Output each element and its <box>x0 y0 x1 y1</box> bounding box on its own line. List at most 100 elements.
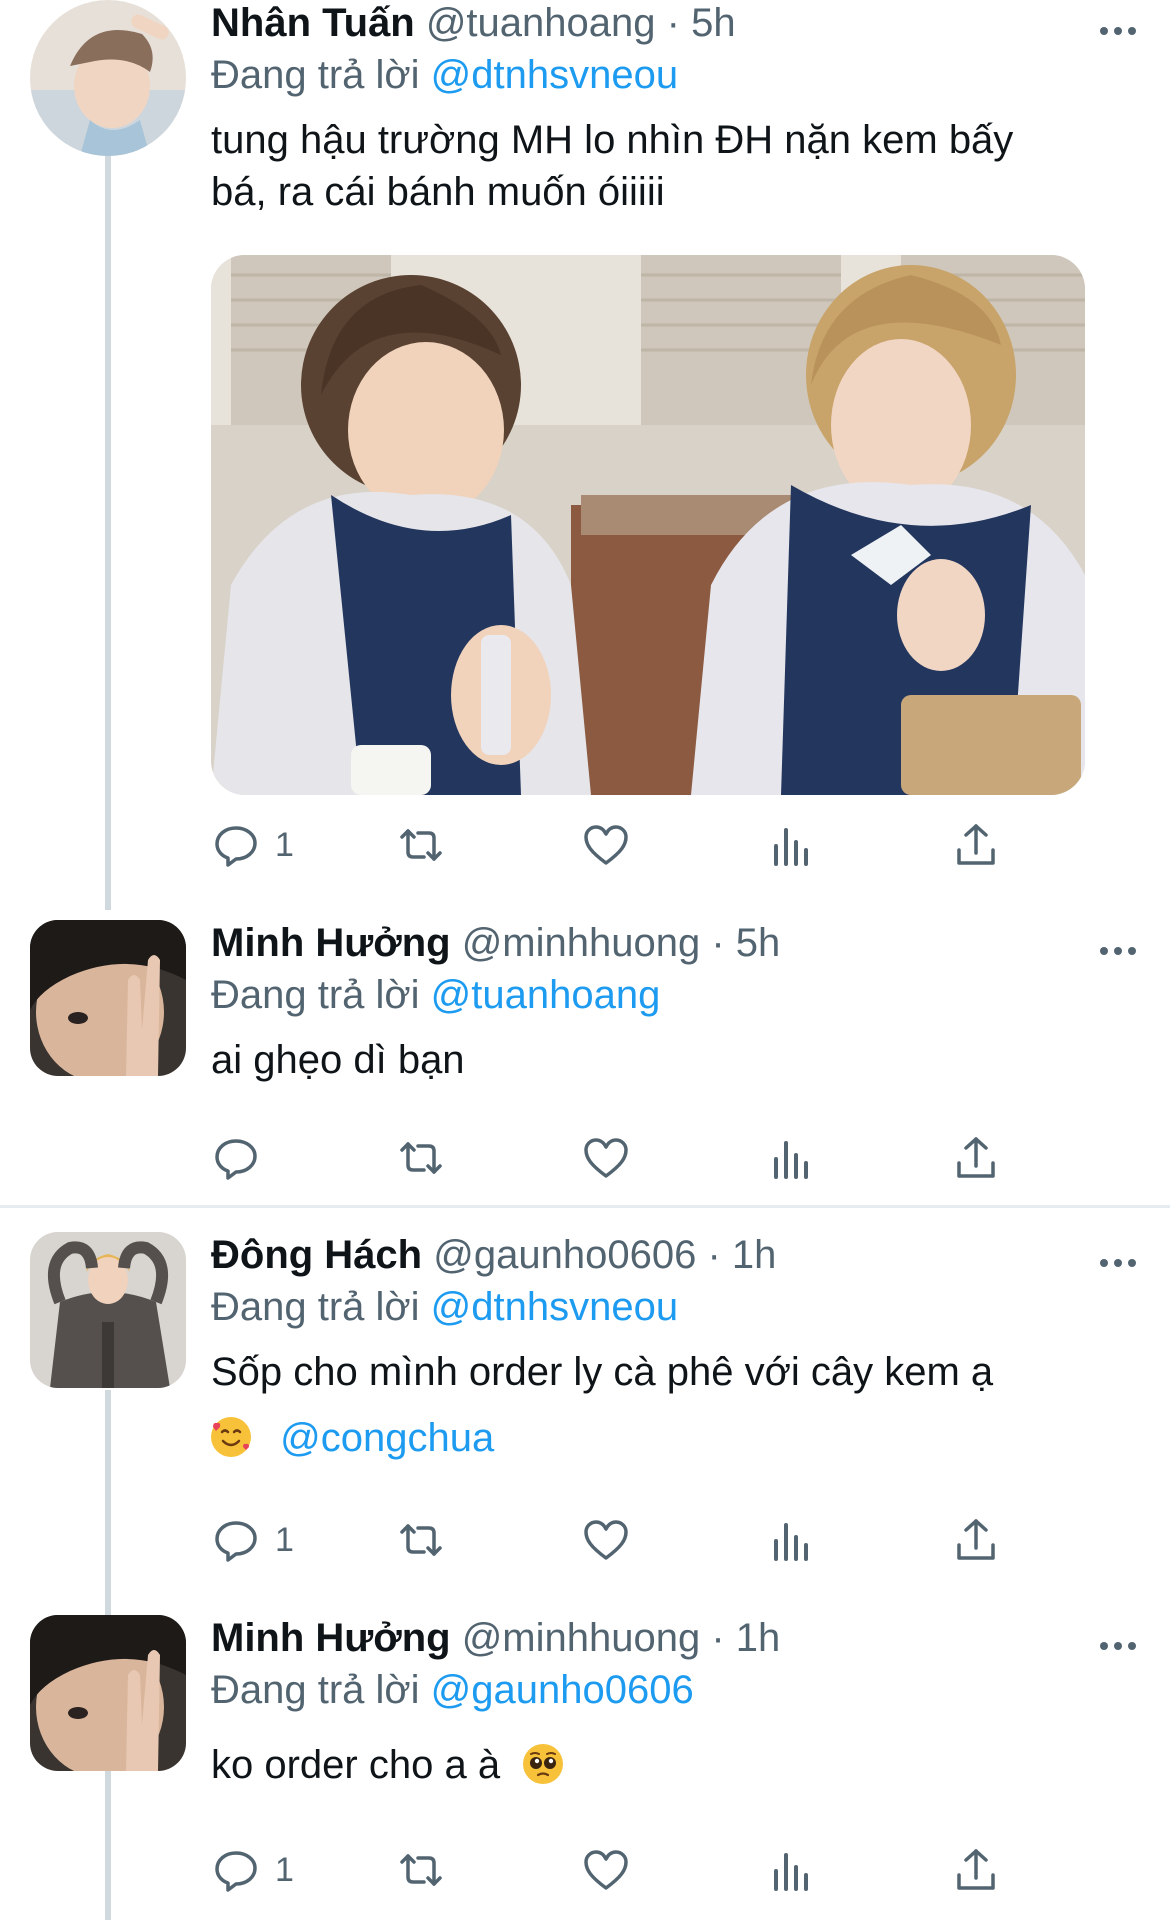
tweet-text-line: @congchua <box>211 1412 1140 1464</box>
reply-mention[interactable]: @dtnhsvneou <box>431 53 678 97</box>
avatar[interactable] <box>30 0 186 156</box>
share-button[interactable] <box>951 1845 1041 1895</box>
smiling-face-with-hearts-icon <box>211 1417 251 1457</box>
like-button[interactable] <box>581 820 671 870</box>
tweet-header: Nhân Tuấn @tuanhoang · 5h <box>211 0 1140 46</box>
like-icon <box>584 1850 628 1890</box>
tweet-divider <box>0 1205 1170 1208</box>
reply-button[interactable]: 1 <box>211 820 301 870</box>
reply-prefix: Đang trả lời <box>211 1668 420 1712</box>
tweet-text-line: tung hậu trường MH lo nhìn ĐH nặn kem bấ… <box>211 118 1014 162</box>
reply-icon <box>215 1521 257 1562</box>
reply-button[interactable] <box>211 1133 301 1183</box>
share-icon <box>957 1137 995 1178</box>
more-icon[interactable] <box>1096 16 1140 46</box>
handle[interactable]: @minhhuong <box>462 921 701 965</box>
share-icon <box>957 824 995 865</box>
share-button[interactable] <box>951 1515 1041 1565</box>
reply-button[interactable]: 1 <box>211 1515 301 1565</box>
analytics-icon <box>774 1523 808 1561</box>
tweet-content: Nhân Tuấn @tuanhoang · 5h Đang trả lời @… <box>211 0 1140 218</box>
analytics-button[interactable] <box>766 820 856 870</box>
handle[interactable]: @tuanhoang <box>426 1 656 45</box>
tweet[interactable]: Nhân Tuấn @tuanhoang · 5h Đang trả lời @… <box>0 0 1170 900</box>
timestamp[interactable]: · 5h <box>667 1 736 45</box>
avatar[interactable] <box>30 920 186 1076</box>
reply-context: Đang trả lời @tuanhoang <box>211 970 1140 1020</box>
reply-mention[interactable]: @dtnhsvneou <box>431 1285 678 1329</box>
tweet-content: Minh Hưởng @minhhuong · 5h Đang trả lời … <box>211 920 1140 1086</box>
reply-icon <box>215 1139 257 1180</box>
like-icon <box>584 1138 628 1178</box>
analytics-button[interactable] <box>766 1845 856 1895</box>
handle[interactable]: @minhhuong <box>462 1616 701 1660</box>
like-icon <box>584 825 628 865</box>
analytics-icon <box>774 1853 808 1891</box>
display-name[interactable]: Nhân Tuấn <box>211 1 415 45</box>
tweet-content: Đông Hách @gaunho0606 · 1h Đang trả lời … <box>211 1232 1140 1464</box>
reply-context: Đang trả lời @dtnhsvneou <box>211 50 1140 100</box>
avatar[interactable] <box>30 1615 186 1771</box>
more-icon[interactable] <box>1096 936 1140 966</box>
retweet-icon <box>400 829 442 861</box>
tweet-text-line: ko order cho a à <box>211 1743 501 1787</box>
retweet-icon <box>400 1854 442 1886</box>
timestamp[interactable]: · 1h <box>711 1616 780 1660</box>
retweet-button[interactable] <box>396 1133 486 1183</box>
tweet-text: tung hậu trường MH lo nhìn ĐH nặn kem bấ… <box>211 114 1140 218</box>
like-button[interactable] <box>581 1133 671 1183</box>
share-button[interactable] <box>951 1133 1041 1183</box>
more-icon[interactable] <box>1096 1248 1140 1278</box>
tweet-header: Minh Hưởng @minhhuong · 1h <box>211 1615 1140 1661</box>
share-button[interactable] <box>951 820 1041 870</box>
display-name[interactable]: Đông Hách <box>211 1233 422 1277</box>
more-icon[interactable] <box>1096 1631 1140 1661</box>
retweet-button[interactable] <box>396 820 486 870</box>
reply-count: 1 <box>275 1520 294 1559</box>
tweet-header: Minh Hưởng @minhhuong · 5h <box>211 920 1140 966</box>
share-icon <box>957 1519 995 1560</box>
reply-icon <box>215 1851 257 1892</box>
tweet-text: ko order cho a à <box>211 1739 1140 1791</box>
reply-prefix: Đang trả lời <box>211 1285 420 1329</box>
reply-mention[interactable]: @gaunho0606 <box>431 1668 694 1712</box>
reply-count: 1 <box>275 825 294 864</box>
handle[interactable]: @gaunho0606 <box>433 1233 696 1277</box>
reply-context: Đang trả lời @dtnhsvneou <box>211 1282 1140 1332</box>
display-name[interactable]: Minh Hưởng <box>211 1616 451 1660</box>
reply-prefix: Đang trả lời <box>211 53 420 97</box>
display-name[interactable]: Minh Hưởng <box>211 921 451 965</box>
tweet-text-line: Sốp cho mình order ly cà phê với cây kem… <box>211 1350 994 1394</box>
analytics-icon <box>774 828 808 866</box>
timestamp[interactable]: · 5h <box>711 921 780 965</box>
tweet-content: Minh Hưởng @minhhuong · 1h Đang trả lời … <box>211 1615 1140 1791</box>
tweet-text: Sốp cho mình order ly cà phê với cây kem… <box>211 1346 1140 1464</box>
reply-icon <box>215 826 257 867</box>
retweet-icon <box>400 1524 442 1556</box>
tweet-photo[interactable] <box>211 255 1085 795</box>
tweet-actions: 1 <box>211 815 1041 875</box>
retweet-icon <box>400 1142 442 1174</box>
share-icon <box>957 1849 995 1890</box>
avatar[interactable] <box>30 1232 186 1388</box>
tweet[interactable]: Minh Hưởng @minhhuong · 1h Đang trả lời … <box>0 1615 1170 1855</box>
reply-context: Đang trả lời @gaunho0606 <box>211 1665 1140 1715</box>
tweet-header: Đông Hách @gaunho0606 · 1h <box>211 1232 1140 1278</box>
reply-mention[interactable]: @tuanhoang <box>431 973 661 1017</box>
retweet-button[interactable] <box>396 1515 486 1565</box>
tweet-actions: 1 <box>211 1840 1041 1900</box>
retweet-button[interactable] <box>396 1845 486 1895</box>
timestamp[interactable]: · 1h <box>707 1233 776 1277</box>
tweet-actions: 1 <box>211 1510 1041 1570</box>
analytics-button[interactable] <box>766 1515 856 1565</box>
reply-prefix: Đang trả lời <box>211 973 420 1017</box>
like-button[interactable] <box>581 1845 671 1895</box>
like-button[interactable] <box>581 1515 671 1565</box>
tweet-actions <box>211 1128 1041 1188</box>
text-mention[interactable]: @congchua <box>280 1416 494 1460</box>
analytics-button[interactable] <box>766 1133 856 1183</box>
analytics-icon <box>774 1141 808 1179</box>
reply-button[interactable]: 1 <box>211 1845 301 1895</box>
reply-count: 1 <box>275 1850 294 1889</box>
tweet-text: ai ghẹo dì bạn <box>211 1038 465 1082</box>
